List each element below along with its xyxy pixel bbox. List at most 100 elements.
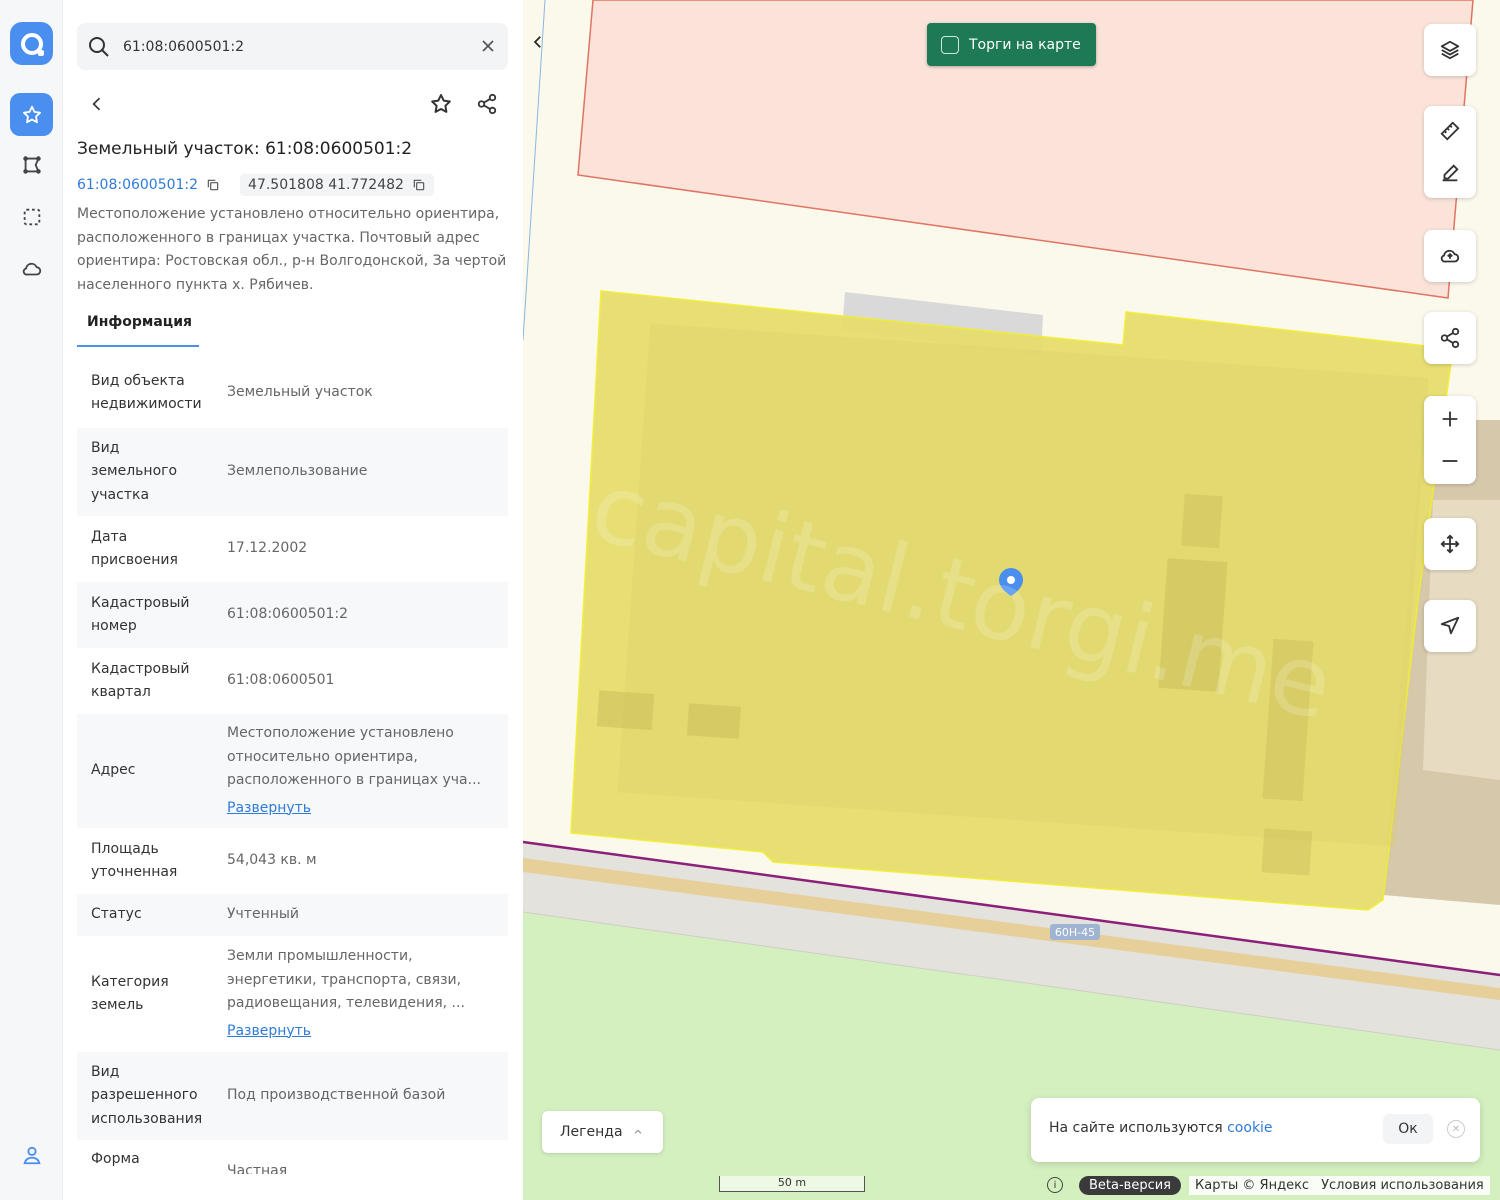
row-key: Площадь уточненная [91, 840, 178, 881]
cookie-ok-button[interactable]: Ок [1383, 1114, 1433, 1144]
search-input[interactable] [123, 33, 463, 60]
pan-control[interactable] [1424, 518, 1476, 570]
copy-icon[interactable] [206, 178, 220, 192]
parcel-description: Местоположение установлено относительно … [77, 206, 507, 293]
edit-button[interactable] [1424, 152, 1476, 194]
table-row: Статус Учтенный [77, 894, 508, 936]
zoom-controls [1424, 396, 1476, 484]
row-value: 17.12.2002 [227, 540, 308, 557]
move-icon [1440, 534, 1460, 554]
row-key: Вид земельного участка [91, 439, 178, 503]
page-title: Земельный участок: 61:08:0600501:2 [77, 139, 413, 159]
ruler-button[interactable] [1424, 110, 1476, 152]
select-area-button[interactable] [10, 195, 53, 238]
row-key: Вид объекта недвижимости [91, 372, 202, 413]
coords-text: 47.501808 41.772482 [248, 177, 404, 193]
cookie-message: На сайте используются [1049, 1120, 1223, 1136]
torgi-label: Торги на карте [969, 36, 1081, 53]
map-share-control[interactable] [1424, 312, 1476, 364]
row-value: Учтенный [227, 906, 300, 923]
row-value: Земли промышленности, энергетики, трансп… [227, 945, 494, 1043]
row-value: Под производственной базой [227, 1087, 446, 1104]
app-logo[interactable] [10, 22, 53, 65]
collapse-panel-button[interactable] [526, 28, 550, 56]
row-value: 54,043 кв. м [227, 852, 317, 869]
table-row: Адрес Местоположение установлено относит… [77, 714, 508, 828]
panel-toolbar [77, 82, 508, 126]
layers-control[interactable] [1424, 24, 1476, 76]
copy-icon[interactable] [412, 178, 426, 192]
row-key: Статус [91, 906, 142, 923]
table-row: Вид объекта недвижимости Земельный участ… [77, 358, 508, 428]
maps-credit[interactable]: Карты © Яндекс [1189, 1175, 1316, 1195]
beta-badge: Beta-версия [1079, 1175, 1181, 1195]
torgi-toggle[interactable]: Торги на карте [927, 23, 1096, 66]
share-button[interactable] [467, 84, 507, 124]
close-icon[interactable]: ✕ [1447, 1120, 1465, 1138]
expand-address-link[interactable]: Развернуть [227, 797, 494, 821]
row-value: 61:08:0600501 [227, 672, 335, 689]
table-row: Кадастровый квартал 61:08:0600501 [77, 648, 508, 714]
zoom-in-button[interactable] [1424, 398, 1476, 440]
map-footer: i Beta-версия Карты © Яндекс Условия исп… [1047, 1174, 1490, 1196]
info-panel: Земельный участок: 61:08:0600501:2 61:08… [63, 0, 523, 1200]
terms-link[interactable]: Условия использования [1315, 1175, 1490, 1195]
favorite-button[interactable] [421, 84, 461, 124]
search-icon [89, 37, 109, 57]
star-icon [22, 105, 41, 123]
chevron-left-icon [92, 97, 101, 111]
zoom-out-button[interactable] [1424, 440, 1476, 482]
table-row: Форма Частная [77, 1140, 508, 1200]
legend-label: Легенда [560, 1124, 623, 1140]
profile-button[interactable] [10, 1133, 53, 1176]
minus-icon [1442, 460, 1458, 462]
geolocate-control[interactable] [1424, 600, 1476, 652]
row-key: Форма [91, 1151, 140, 1167]
edit-icon [1442, 164, 1459, 182]
cookie-banner: На сайте используются cookie Ок ✕ [1031, 1098, 1480, 1162]
legend-button[interactable]: Легенда [542, 1111, 663, 1153]
navigation-arrow-icon [1440, 616, 1460, 635]
dashed-square-icon [23, 208, 40, 225]
map-scale: 50 m [719, 1176, 865, 1192]
table-row: Кадастровый номер 61:08:0600501:2 [77, 582, 508, 648]
table-row: Вид земельного участка Землепользование [77, 428, 508, 516]
user-icon [22, 1146, 41, 1164]
row-value: Землепользование [227, 463, 368, 480]
row-key: Кадастровый номер [91, 594, 190, 635]
row-value: Земельный участок [227, 384, 373, 401]
coords-chip[interactable]: 47.501808 41.772482 [240, 174, 434, 196]
back-button[interactable] [77, 84, 117, 124]
chevron-left-icon [533, 36, 541, 48]
tab-info[interactable]: Информация [77, 310, 199, 347]
polygon-tool-button[interactable] [10, 143, 53, 186]
cookie-text: На сайте используются cookie [1049, 1120, 1273, 1136]
row-key: Адрес [91, 762, 136, 779]
row-value: Местоположение установлено относительно … [227, 722, 494, 820]
row-value: Частная [227, 1163, 288, 1174]
upload-control[interactable] [1424, 230, 1476, 282]
table-row: Дата присвоения 17.12.2002 [77, 516, 508, 582]
torgi-checkbox[interactable] [941, 35, 959, 54]
parcel-chips: 61:08:0600501:2 47.501808 41.772482 [77, 173, 434, 197]
cadastral-link[interactable]: 61:08:0600501:2 [77, 177, 220, 193]
cadastral-link-text[interactable]: 61:08:0600501:2 [77, 177, 198, 193]
polygon-icon [22, 155, 41, 174]
table-row: Вид разрешенного использования Под произ… [77, 1052, 508, 1140]
row-value: 61:08:0600501:2 [227, 606, 349, 623]
chevron-up-icon [634, 1129, 641, 1134]
close-icon[interactable] [478, 36, 498, 56]
cookie-link[interactable]: cookie [1227, 1120, 1272, 1136]
favorites-button[interactable] [10, 93, 53, 136]
cloud-button[interactable] [10, 247, 53, 290]
layers-icon [1440, 40, 1460, 60]
row-key: Дата присвоения [91, 528, 178, 569]
map-view[interactable]: 60Н-45 capital.torgi.me Торги на карте Л… [523, 0, 1500, 1200]
cloud-icon [22, 262, 41, 275]
expand-category-link[interactable]: Развернуть [227, 1020, 494, 1044]
share-icon [1440, 327, 1460, 349]
info-icon[interactable]: i [1047, 1177, 1063, 1193]
plus-icon [1442, 411, 1458, 427]
category-text: Земли промышленности, энергетики, трансп… [227, 948, 465, 1011]
cloud-upload-icon [1440, 249, 1460, 263]
